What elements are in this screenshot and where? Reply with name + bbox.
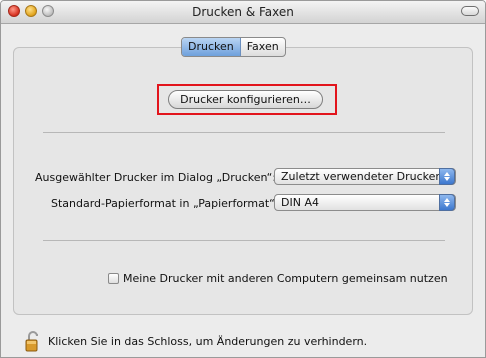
popup-arrows-icon <box>439 168 455 185</box>
highlight-box: Drucker konfigurieren… <box>157 84 337 115</box>
share-printers-label: Meine Drucker mit anderen Computern geme… <box>123 272 448 285</box>
paper-size-label: Standard-Papierformat in „Papierformat“: <box>51 197 279 210</box>
lock-row: Klicken Sie in das Schloss, um Änderunge… <box>25 330 367 352</box>
separator <box>43 240 445 241</box>
window-title: Drucken & Faxen <box>192 5 294 19</box>
share-printers-checkbox[interactable] <box>108 273 119 284</box>
selected-printer-value: Zuletzt verwendeter Drucker <box>281 170 440 183</box>
lock-hint-text: Klicken Sie in das Schloss, um Änderunge… <box>48 334 368 348</box>
window: Drucken & Faxen Drucken Faxen Drucker ko… <box>0 0 486 358</box>
paper-size-value: DIN A4 <box>281 196 319 209</box>
selected-printer-popup[interactable]: Zuletzt verwendeter Drucker <box>274 168 456 185</box>
popup-arrows-icon <box>439 194 455 211</box>
title-bar: Drucken & Faxen <box>1 1 485 24</box>
tab-bar: Drucken Faxen <box>181 37 286 57</box>
toolbar-toggle-button[interactable] <box>461 6 479 16</box>
paper-size-popup[interactable]: DIN A4 <box>274 194 456 211</box>
tab-faxen[interactable]: Faxen <box>241 38 285 56</box>
tab-drucken[interactable]: Drucken <box>182 38 241 56</box>
lock-icon[interactable] <box>25 330 41 352</box>
share-printers-row: Meine Drucker mit anderen Computern geme… <box>108 272 448 285</box>
configure-printer-button[interactable]: Drucker konfigurieren… <box>168 90 323 109</box>
separator <box>43 132 445 133</box>
selected-printer-label: Ausgewählter Drucker im Dialog „Drucken“… <box>35 171 277 184</box>
